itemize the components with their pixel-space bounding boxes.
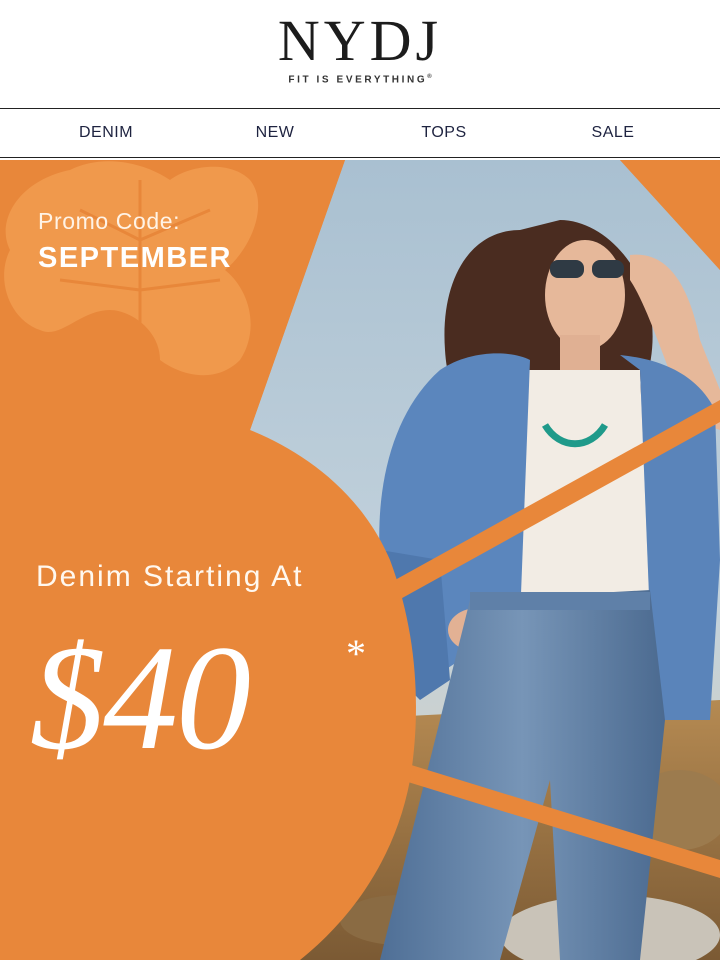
email-header: NYDJ FIT IS EVERYTHING® — [0, 0, 720, 108]
category-nav: DENIM NEW TOPS SALE — [0, 108, 720, 158]
nav-item-denim[interactable]: DENIM — [36, 109, 176, 156]
promo-code-label: Promo Code: — [38, 208, 181, 234]
nav-item-sale[interactable]: SALE — [543, 109, 683, 156]
nav-item-new[interactable]: NEW — [205, 109, 345, 156]
hero-price: $40 — [30, 615, 251, 781]
brand-logo[interactable]: NYDJ — [0, 10, 720, 72]
tagline-text: FIT IS EVERYTHING — [288, 74, 428, 86]
registered-mark: ® — [427, 74, 432, 80]
hero-banner[interactable]: Promo Code: SEPTEMBER Denim Starting At … — [0, 160, 720, 960]
nav-item-tops[interactable]: TOPS — [374, 109, 514, 156]
hero-headline: Denim Starting At — [36, 560, 304, 593]
brand-tagline: FIT IS EVERYTHING® — [0, 74, 720, 85]
promo-code-value: SEPTEMBER — [38, 242, 232, 274]
price-footnote-mark: * — [346, 631, 366, 676]
